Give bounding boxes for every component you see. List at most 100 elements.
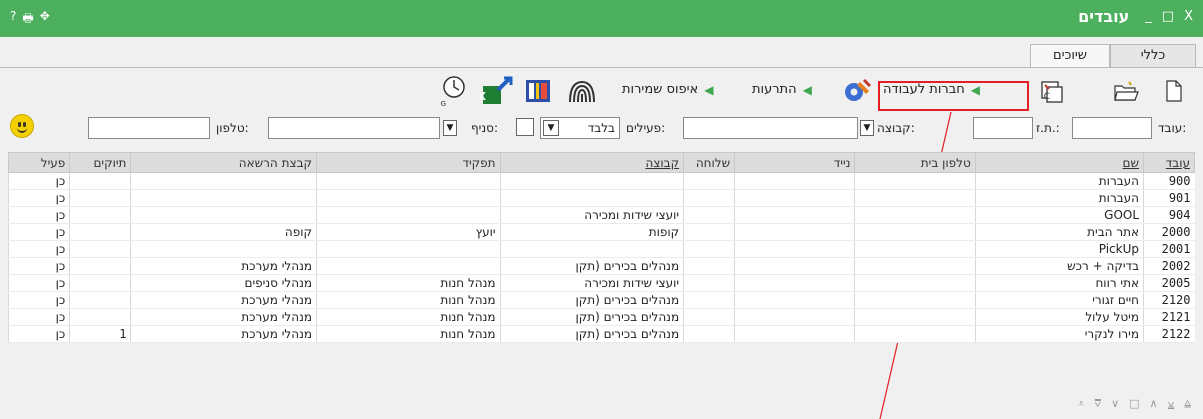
table-cell: אתר הבית <box>974 223 1144 241</box>
chevron-down-icon[interactable]: ▼ <box>543 120 559 136</box>
table-cell: 1 <box>69 325 131 343</box>
table-cell: PickUp <box>974 240 1144 258</box>
column-header-employee[interactable]: עובד <box>1143 152 1195 173</box>
table-cell: מנהלי מערכת <box>130 291 317 309</box>
table-cell <box>69 206 131 224</box>
square-icon[interactable]: □ <box>1129 397 1139 411</box>
table-cell: מנהלים בכירים (תקן <box>499 257 684 275</box>
next-page-icon[interactable]: ⩣ <box>1168 397 1175 411</box>
first-record-icon[interactable]: ⩡ <box>1078 397 1084 411</box>
table-cell <box>683 257 735 275</box>
table-cell <box>130 206 317 224</box>
table-cell <box>734 257 855 275</box>
table-cell: כן <box>7 206 70 224</box>
branch-filter-label: סניף: <box>471 121 498 135</box>
smiley-icon[interactable] <box>10 114 34 138</box>
id-filter-input[interactable] <box>973 117 1033 139</box>
column-header-group[interactable]: קבוצה <box>499 152 685 173</box>
up-icon[interactable]: ∧ <box>1150 397 1158 411</box>
column-header-home-phone[interactable]: טלפון בית <box>854 152 976 173</box>
table-cell: העברות <box>974 172 1144 190</box>
table-cell: מירו לנקרי <box>974 325 1144 343</box>
table-cell <box>734 240 855 258</box>
employee-filter-label: עובד: <box>1158 121 1187 135</box>
table-cell: קופה <box>130 223 317 241</box>
table-cell: מנהל חנות <box>316 308 501 326</box>
table-cell <box>316 240 501 258</box>
table-row[interactable]: 901 העברות כן <box>7 189 1195 207</box>
table-cell: 2001 <box>1143 240 1195 258</box>
table-cell <box>69 274 131 292</box>
table-cell: יועצי שידות ומכירה <box>499 206 684 224</box>
table-cell <box>854 240 976 258</box>
table-row[interactable]: 2001 PickUp כן <box>7 240 1195 258</box>
table-cell: כן <box>7 240 70 258</box>
branch-dropdown-arrow[interactable]: ▼ <box>443 120 457 136</box>
table-cell: GOOL <box>974 206 1144 224</box>
column-header-files[interactable]: תיוקים <box>69 152 132 173</box>
table-cell <box>854 206 976 224</box>
phone-filter-input[interactable] <box>88 117 210 139</box>
table-cell: בדיקה + רכש <box>974 257 1144 275</box>
table-cell: מנהלים בכירים (תקן <box>499 308 684 326</box>
table-cell <box>734 325 855 343</box>
table-cell: יועץ <box>316 223 501 241</box>
table-cell <box>69 291 131 309</box>
table-cell: 901 <box>1143 189 1195 207</box>
last-record-icon[interactable]: ⩠ <box>1184 397 1191 411</box>
column-header-role[interactable]: תפקיד <box>316 152 501 173</box>
group-filter-label: קבוצה: <box>877 121 915 135</box>
table-cell: 2005 <box>1143 274 1195 292</box>
table-cell: כן <box>7 257 70 275</box>
table-cell: מנהל חנות <box>316 274 501 292</box>
table-cell <box>69 189 131 207</box>
active-checkbox[interactable] <box>516 118 534 136</box>
table-cell <box>499 189 684 207</box>
table-cell <box>69 223 131 241</box>
table-cell: 2000 <box>1143 223 1195 241</box>
column-header-mobile[interactable]: נייד <box>734 152 856 173</box>
column-header-active[interactable]: פעיל <box>7 152 71 173</box>
table-cell <box>734 291 855 309</box>
table-cell: אתי רווח <box>974 274 1144 292</box>
table-row[interactable]: 2000 אתר הבית קופות יועץ קופה כן <box>7 223 1195 241</box>
table-cell: מיטל עלול <box>974 308 1144 326</box>
branch-filter-input[interactable] <box>268 117 440 139</box>
filter-bar: עובד: ת.ז.: קבוצה: ▼ פעילים: בלבד ▼ סניף… <box>0 117 1203 143</box>
table-cell: מנהלי מערכת <box>130 308 317 326</box>
table-row[interactable]: 2122 מירו לנקרי מנהלים בכירים (תקן מנהל חנו… <box>7 325 1195 343</box>
table-cell <box>130 189 317 207</box>
table-row[interactable]: 2002 בדיקה + רכש מנהלים בכירים (תקן מנהלי מ… <box>7 257 1195 275</box>
table-row[interactable]: 904 GOOL יועצי שידות ומכירה כן <box>7 206 1195 224</box>
down-icon[interactable]: ∨ <box>1111 397 1119 411</box>
table-row[interactable]: 900 העברות כן <box>7 172 1195 190</box>
table-cell <box>854 223 976 241</box>
table-cell: כן <box>7 325 70 343</box>
employees-table: עובד שם טלפון בית נייד שלוחה קבוצה תפקיד… <box>7 152 1195 343</box>
table-cell: 900 <box>1143 172 1195 190</box>
table-row[interactable]: 2005 אתי רווח יועצי שידות ומכירה מנהל חנות מ… <box>7 274 1195 292</box>
table-cell <box>854 308 976 326</box>
column-header-permission-group[interactable]: קבצת הרשאה <box>130 152 318 173</box>
table-cell <box>854 189 976 207</box>
column-header-name[interactable]: שם <box>974 152 1145 173</box>
table-row[interactable]: 2120 חיים זגורי מנהלים בכירים (תקן מנהל חנו… <box>7 291 1195 309</box>
table-cell: מנהלי מערכת <box>130 257 317 275</box>
employee-filter-input[interactable] <box>1072 117 1152 139</box>
table-cell <box>683 240 735 258</box>
active-filter-select[interactable]: בלבד ▼ <box>540 117 620 139</box>
column-header-extension[interactable]: שלוחה <box>683 152 736 173</box>
table-cell <box>69 172 131 190</box>
table-cell <box>69 240 131 258</box>
table-cell: 2120 <box>1143 291 1195 309</box>
group-dropdown-arrow[interactable]: ▼ <box>860 120 874 136</box>
prev-page-icon[interactable]: ⩢ <box>1094 397 1101 411</box>
table-cell: מנהל חנות <box>316 291 501 309</box>
table-cell: כן <box>7 274 70 292</box>
table-row[interactable]: 2121 מיטל עלול מנהלים בכירים (תקן מנהל חנות… <box>7 308 1195 326</box>
table-cell <box>316 189 501 207</box>
navigation-bar: ⩡ ⩢ ∨ □ ∧ ⩣ ⩠ <box>1078 397 1191 411</box>
table-cell: חיים זגורי <box>974 291 1144 309</box>
table-header-row: עובד שם טלפון בית נייד שלוחה קבוצה תפקיד… <box>7 152 1195 173</box>
group-filter-input[interactable] <box>683 117 858 139</box>
